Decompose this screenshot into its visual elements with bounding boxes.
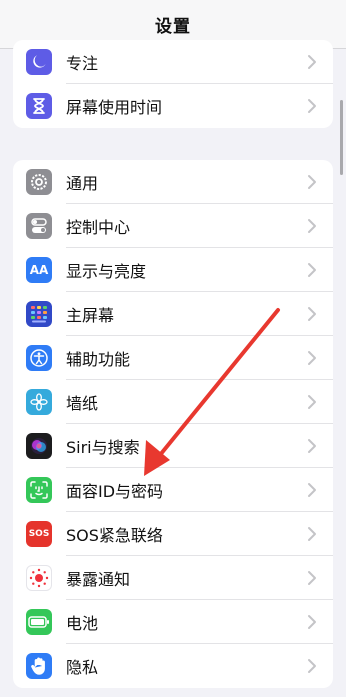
- chevron-right-icon: [308, 527, 316, 541]
- gear-icon: [26, 169, 52, 195]
- settings-row-control-center[interactable]: 控制中心: [13, 204, 333, 248]
- chevron-right-icon: [308, 395, 316, 409]
- settings-row-siri[interactable]: Siri与搜索: [13, 424, 333, 468]
- settings-row-emergency-sos[interactable]: SOS SOS紧急联络: [13, 512, 333, 556]
- row-label: 通用: [66, 174, 99, 193]
- settings-row-display[interactable]: AA 显示与亮度: [13, 248, 333, 292]
- row-label: 控制中心: [66, 218, 131, 237]
- settings-row-home-screen[interactable]: 主屏幕: [13, 292, 333, 336]
- row-label: 主屏幕: [66, 306, 115, 325]
- chevron-right-icon: [308, 219, 316, 233]
- chevron-right-icon: [308, 483, 316, 497]
- face-id-icon: [26, 477, 52, 503]
- row-label: 显示与亮度: [66, 262, 147, 281]
- exposure-icon: [26, 565, 52, 591]
- hand-icon: [26, 653, 52, 679]
- settings-group-focus: 专注 屏幕使用时间: [13, 40, 333, 128]
- settings-row-exposure-notifications[interactable]: 暴露通知: [13, 556, 333, 600]
- settings-row-wallpaper[interactable]: 墙纸: [13, 380, 333, 424]
- row-label: 暴露通知: [66, 570, 131, 589]
- siri-icon: [26, 433, 52, 459]
- moon-icon: [26, 49, 52, 75]
- chevron-right-icon: [308, 615, 316, 629]
- row-label: 隐私: [66, 658, 99, 677]
- text-size-icon: AA: [26, 257, 52, 283]
- chevron-right-icon: [308, 307, 316, 321]
- chevron-right-icon: [308, 351, 316, 365]
- chevron-right-icon: [308, 659, 316, 673]
- settings-row-general[interactable]: 通用: [13, 160, 333, 204]
- settings-row-accessibility[interactable]: 辅助功能: [13, 336, 333, 380]
- settings-row-battery[interactable]: 电池: [13, 600, 333, 644]
- settings-row-focus[interactable]: 专注: [13, 40, 333, 84]
- row-label: 辅助功能: [66, 350, 131, 369]
- chevron-right-icon: [308, 263, 316, 277]
- scroll-indicator[interactable]: [340, 100, 343, 175]
- row-label: 电池: [66, 614, 99, 633]
- flower-icon: [26, 389, 52, 415]
- row-label: 面容ID与密码: [66, 482, 164, 501]
- settings-row-screen-time[interactable]: 屏幕使用时间: [13, 84, 333, 128]
- page-title: 设置: [155, 16, 191, 37]
- battery-icon: [26, 609, 52, 635]
- toggles-icon: [26, 213, 52, 239]
- row-label: Siri与搜索: [66, 438, 140, 457]
- settings-row-face-id[interactable]: 面容ID与密码: [13, 468, 333, 512]
- row-label: SOS紧急联络: [66, 526, 163, 545]
- chevron-right-icon: [308, 439, 316, 453]
- settings-row-privacy[interactable]: 隐私: [13, 644, 333, 688]
- home-grid-icon: [26, 301, 52, 327]
- accessibility-icon: [26, 345, 52, 371]
- chevron-right-icon: [308, 571, 316, 585]
- row-label: 墙纸: [66, 394, 99, 413]
- row-label: 专注: [66, 54, 99, 73]
- chevron-right-icon: [308, 175, 316, 189]
- chevron-right-icon: [308, 99, 316, 113]
- row-label: 屏幕使用时间: [66, 98, 163, 117]
- settings-group-main: 通用 控制中心 AA 显示与亮度 主屏幕 辅助功能 墙纸 Siri与搜索 面容I…: [13, 160, 333, 688]
- hourglass-icon: [26, 93, 52, 119]
- sos-icon: SOS: [26, 521, 52, 547]
- chevron-right-icon: [308, 55, 316, 69]
